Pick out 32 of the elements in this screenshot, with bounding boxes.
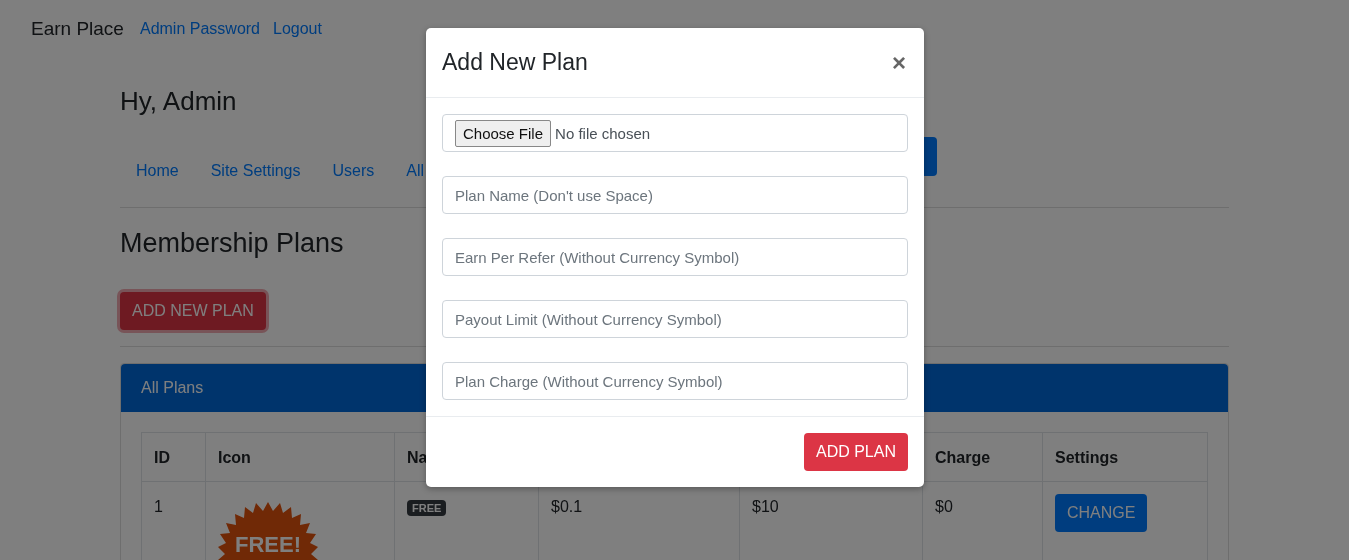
dialog-title: Add New Plan bbox=[442, 49, 588, 76]
input-field[interactable]: Earn Per Refer (Without Currency Symbol) bbox=[442, 238, 908, 276]
nav-tab[interactable]: Users bbox=[316, 162, 391, 180]
file-input-field[interactable]: Choose File No file chosen bbox=[442, 114, 908, 152]
file-status: No file chosen bbox=[555, 124, 651, 142]
table-cell: $0.1 bbox=[551, 498, 583, 515]
plan-badge: FREE bbox=[407, 500, 447, 516]
change-button[interactable]: CHANGE bbox=[1055, 494, 1148, 532]
input-field[interactable]: Plan Charge (Without Currency Symbol) bbox=[442, 362, 908, 400]
column-header: Icon bbox=[218, 449, 251, 466]
input-field[interactable]: Plan Name (Don't use Space) bbox=[442, 176, 908, 214]
table-cell: 1 bbox=[154, 498, 163, 515]
input-field[interactable]: Payout Limit (Without Currency Symbol) bbox=[442, 300, 908, 338]
nav-link[interactable]: Logout bbox=[273, 20, 322, 38]
column-header: Settings bbox=[1055, 449, 1119, 466]
column-header: Charge bbox=[935, 449, 991, 466]
choose-file-button[interactable]: Choose File bbox=[455, 119, 552, 147]
add-plan-button[interactable]: ADD NEW PLAN bbox=[120, 292, 266, 330]
nav-tab[interactable]: Home bbox=[120, 162, 195, 180]
nav-tab[interactable]: Site Settings bbox=[194, 162, 317, 180]
brand-name[interactable]: Earn Place bbox=[31, 18, 124, 40]
starburst-drawing: FREE! bbox=[218, 502, 318, 560]
nav-link[interactable]: Admin Password bbox=[139, 20, 260, 38]
greeting-heading: Hy, Admin bbox=[120, 86, 237, 118]
card-title: All Plans bbox=[141, 379, 204, 396]
column-header: Na bbox=[407, 449, 428, 466]
column-header: ID bbox=[154, 449, 170, 466]
section-title: Membership Plans bbox=[120, 228, 344, 260]
table-cell: $10 bbox=[752, 498, 779, 515]
add-plan-submit-button[interactable]: ADD PLAN bbox=[803, 433, 908, 471]
close-button[interactable]: × bbox=[890, 48, 908, 77]
table-cell: $0 bbox=[935, 498, 953, 515]
